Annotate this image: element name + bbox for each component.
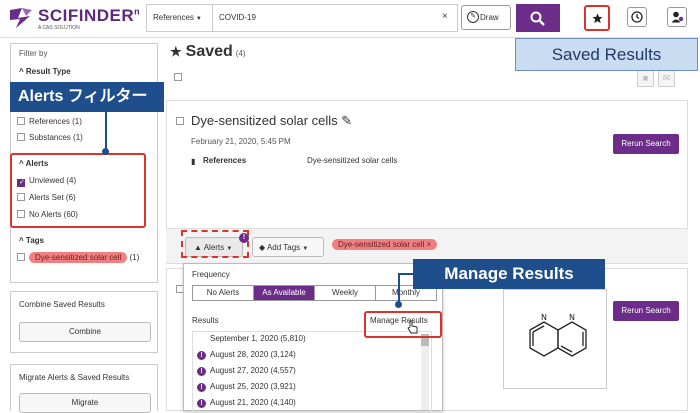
migrate-panel: Migrate Alerts & Saved Results Migrate (10, 364, 158, 413)
alert-results-list: September 1, 2020 (5,810) ! August 28, 20… (192, 331, 432, 412)
search-input[interactable]: COVID-19 (219, 13, 256, 22)
top-bar: SCIFINDERn A CAS SOLUTION References ▼ CO… (0, 0, 700, 38)
select-all-checkbox[interactable] (174, 73, 182, 81)
search-submit-button[interactable] (516, 4, 560, 32)
hand-cursor-icon (407, 320, 418, 334)
user-icon (671, 11, 684, 23)
card-result-type: References (203, 156, 247, 165)
callout-connector (398, 273, 414, 275)
combine-button[interactable]: Combine (19, 322, 151, 342)
freq-no-alerts[interactable]: No Alerts (193, 286, 254, 300)
caret-down-icon: ▼ (195, 16, 202, 22)
tags-heading[interactable]: ^ Tags (19, 236, 44, 245)
list-item[interactable]: ! August 28, 2020 (3,124) (197, 350, 296, 360)
tag-pill: Dye-sensitized solar cell (29, 252, 128, 263)
results-label: Results (192, 316, 219, 325)
chevron-up-icon: ^ (19, 236, 24, 245)
tag-chip-label: Dye-sensitized solar cell × (332, 239, 438, 250)
search-bar: References ▼ COVID-19 × (146, 4, 458, 32)
freq-weekly[interactable]: Weekly (315, 286, 376, 300)
migrate-title: Migrate Alerts & Saved Results (19, 373, 130, 382)
caret-down-icon: ▼ (302, 246, 309, 252)
remove-tag-icon[interactable]: × (427, 240, 432, 249)
saved-count: (4) (235, 49, 246, 58)
email-button[interactable]: ✉ (658, 70, 675, 87)
logo-text: SCIFINDERn (38, 6, 141, 25)
list-item[interactable]: ! August 27, 2020 (4,557) (197, 366, 296, 376)
naphthyridine-structure-icon: N N (529, 313, 587, 357)
manage-results-highlight (364, 311, 442, 338)
star-icon (592, 13, 603, 24)
edit-pencil-icon[interactable]: ✎ (341, 113, 352, 128)
delete-button[interactable]: ■ (637, 70, 654, 87)
scifinder-logo-mark-icon (10, 8, 32, 28)
draw-label: Draw (480, 13, 499, 22)
logo-subtitle: A CAS SOLUTION (38, 25, 80, 31)
chemical-structure-image: N N (503, 289, 607, 389)
new-result-icon: ! (197, 351, 206, 360)
frequency-selector: No Alerts As Available Weekly Monthly (192, 285, 437, 301)
filter-substances[interactable]: Substances (1) (17, 133, 83, 142)
pencil-icon: ✎ (467, 11, 479, 23)
manage-results-callout: Manage Results (413, 259, 605, 289)
callout-dot (395, 301, 402, 308)
new-result-icon: ! (197, 367, 206, 376)
alerts-button-highlight (181, 230, 249, 258)
new-result-icon: ! (197, 383, 206, 392)
callout-connector (398, 274, 400, 304)
page-title: ★ Saved (4) (170, 43, 246, 60)
alerts-filter-callout: Alerts フィルター (10, 82, 164, 112)
callout-connector (105, 112, 107, 150)
card-date: February 21, 2020, 5:45 PM (191, 137, 291, 146)
new-result-icon: ! (197, 399, 206, 408)
tag-chip[interactable]: Dye-sensitized solar cell × (332, 239, 438, 250)
filter-references[interactable]: References (1) (17, 117, 82, 126)
clock-icon (631, 11, 643, 23)
svg-text:N: N (569, 313, 575, 322)
svg-text:N: N (541, 313, 547, 322)
combine-title: Combine Saved Results (19, 300, 105, 309)
draw-button[interactable]: ✎ Draw (461, 5, 511, 30)
frequency-label: Frequency (192, 270, 230, 279)
combine-panel: Combine Saved Results Combine (10, 291, 158, 353)
chevron-up-icon: ^ (19, 67, 24, 76)
list-item[interactable]: September 1, 2020 (5,810) (210, 334, 306, 343)
envelope-icon: ✉ (662, 73, 671, 83)
filter-by-title: Filter by (19, 49, 48, 58)
star-icon: ★ (170, 44, 182, 59)
clear-search-icon[interactable]: × (442, 11, 448, 22)
user-menu-button[interactable] (667, 7, 687, 27)
list-scrollbar[interactable] (421, 334, 429, 410)
freq-as-available[interactable]: As Available (254, 286, 315, 300)
history-button[interactable] (627, 7, 647, 27)
rerun-search-button-2[interactable]: Rerun Search (613, 301, 679, 321)
magnifier-icon (530, 11, 545, 26)
list-item[interactable]: ! August 21, 2020 (4,140) (197, 398, 296, 408)
saved-results-button[interactable] (584, 5, 610, 31)
document-icon: ▮ (191, 157, 196, 166)
checkbox[interactable] (17, 117, 25, 125)
saved-results-callout: Saved Results (515, 38, 698, 71)
card-checkbox[interactable] (176, 117, 184, 125)
card-title[interactable]: Dye-sensitized solar cells ✎ (191, 113, 352, 129)
list-item[interactable]: ! August 25, 2020 (3,921) (197, 382, 296, 392)
callout-dot (102, 148, 109, 155)
trash-icon: ■ (642, 73, 649, 83)
checkbox[interactable] (17, 253, 25, 261)
tag-icon: ◆ (259, 243, 266, 252)
add-tags-button[interactable]: ◆ Add Tags ▼ (252, 237, 324, 257)
scifinder-logo[interactable]: SCIFINDERn A CAS SOLUTION (8, 4, 141, 34)
migrate-button[interactable]: Migrate (19, 393, 151, 413)
alerts-filter-highlight (10, 153, 146, 228)
search-scope-select[interactable]: References ▼ (147, 5, 213, 31)
filter-tag[interactable]: Dye-sensitized solar cell (1) (17, 252, 139, 263)
card-query: Dye-sensitized solar cells (307, 156, 398, 165)
rerun-search-button[interactable]: Rerun Search (613, 134, 679, 154)
result-type-heading[interactable]: ^ Result Type (19, 67, 71, 76)
checkbox[interactable] (17, 133, 25, 141)
